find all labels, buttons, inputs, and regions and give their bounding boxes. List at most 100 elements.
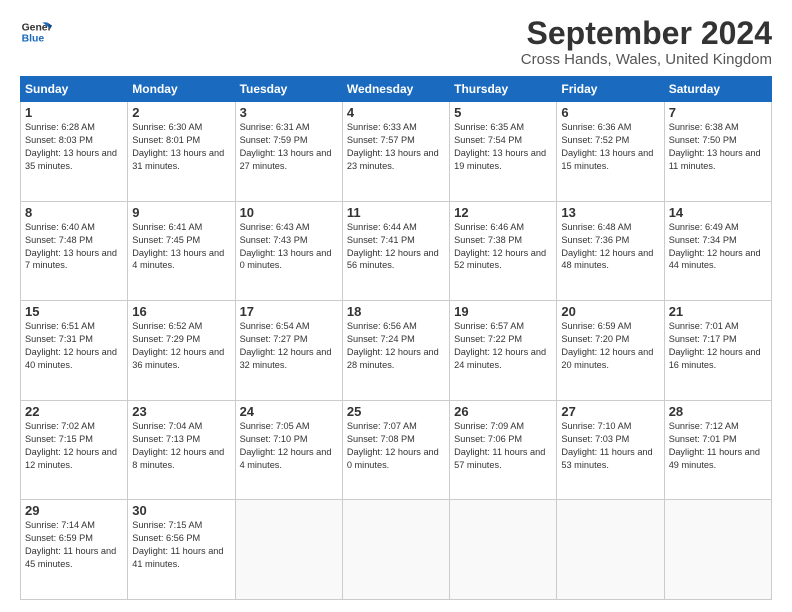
table-row: 23Sunrise: 7:04 AM Sunset: 7:13 PM Dayli… <box>128 400 235 500</box>
day-number: 5 <box>454 105 552 120</box>
main-title: September 2024 <box>521 16 772 51</box>
table-row <box>557 500 664 600</box>
col-tuesday: Tuesday <box>235 77 342 102</box>
cell-info: Sunrise: 6:59 AM Sunset: 7:20 PM Dayligh… <box>561 320 659 372</box>
title-block: September 2024 Cross Hands, Wales, Unite… <box>521 16 772 68</box>
table-row: 11Sunrise: 6:44 AM Sunset: 7:41 PM Dayli… <box>342 201 449 301</box>
table-row: 8Sunrise: 6:40 AM Sunset: 7:48 PM Daylig… <box>21 201 128 301</box>
day-number: 21 <box>669 304 767 319</box>
col-friday: Friday <box>557 77 664 102</box>
table-row: 25Sunrise: 7:07 AM Sunset: 7:08 PM Dayli… <box>342 400 449 500</box>
day-number: 22 <box>25 404 123 419</box>
table-row: 30Sunrise: 7:15 AM Sunset: 6:56 PM Dayli… <box>128 500 235 600</box>
day-number: 26 <box>454 404 552 419</box>
calendar-week-row: 22Sunrise: 7:02 AM Sunset: 7:15 PM Dayli… <box>21 400 772 500</box>
day-number: 25 <box>347 404 445 419</box>
calendar-week-row: 1Sunrise: 6:28 AM Sunset: 8:03 PM Daylig… <box>21 102 772 202</box>
cell-info: Sunrise: 7:02 AM Sunset: 7:15 PM Dayligh… <box>25 420 123 472</box>
calendar-week-row: 15Sunrise: 6:51 AM Sunset: 7:31 PM Dayli… <box>21 301 772 401</box>
table-row: 21Sunrise: 7:01 AM Sunset: 7:17 PM Dayli… <box>664 301 771 401</box>
day-number: 20 <box>561 304 659 319</box>
calendar-header-row: Sunday Monday Tuesday Wednesday Thursday… <box>21 77 772 102</box>
cell-info: Sunrise: 7:09 AM Sunset: 7:06 PM Dayligh… <box>454 420 552 472</box>
cell-info: Sunrise: 6:51 AM Sunset: 7:31 PM Dayligh… <box>25 320 123 372</box>
day-number: 4 <box>347 105 445 120</box>
calendar-week-row: 29Sunrise: 7:14 AM Sunset: 6:59 PM Dayli… <box>21 500 772 600</box>
table-row: 2Sunrise: 6:30 AM Sunset: 8:01 PM Daylig… <box>128 102 235 202</box>
cell-info: Sunrise: 7:10 AM Sunset: 7:03 PM Dayligh… <box>561 420 659 472</box>
cell-info: Sunrise: 7:07 AM Sunset: 7:08 PM Dayligh… <box>347 420 445 472</box>
cell-info: Sunrise: 6:40 AM Sunset: 7:48 PM Dayligh… <box>25 221 123 273</box>
cell-info: Sunrise: 6:49 AM Sunset: 7:34 PM Dayligh… <box>669 221 767 273</box>
day-number: 8 <box>25 205 123 220</box>
table-row: 4Sunrise: 6:33 AM Sunset: 7:57 PM Daylig… <box>342 102 449 202</box>
cell-info: Sunrise: 7:14 AM Sunset: 6:59 PM Dayligh… <box>25 519 123 571</box>
table-row: 9Sunrise: 6:41 AM Sunset: 7:45 PM Daylig… <box>128 201 235 301</box>
cell-info: Sunrise: 6:52 AM Sunset: 7:29 PM Dayligh… <box>132 320 230 372</box>
table-row <box>342 500 449 600</box>
table-row: 27Sunrise: 7:10 AM Sunset: 7:03 PM Dayli… <box>557 400 664 500</box>
day-number: 27 <box>561 404 659 419</box>
day-number: 14 <box>669 205 767 220</box>
calendar-week-row: 8Sunrise: 6:40 AM Sunset: 7:48 PM Daylig… <box>21 201 772 301</box>
table-row <box>664 500 771 600</box>
day-number: 13 <box>561 205 659 220</box>
day-number: 23 <box>132 404 230 419</box>
table-row: 7Sunrise: 6:38 AM Sunset: 7:50 PM Daylig… <box>664 102 771 202</box>
table-row: 17Sunrise: 6:54 AM Sunset: 7:27 PM Dayli… <box>235 301 342 401</box>
day-number: 15 <box>25 304 123 319</box>
day-number: 1 <box>25 105 123 120</box>
day-number: 28 <box>669 404 767 419</box>
logo: General Blue <box>20 16 52 48</box>
day-number: 29 <box>25 503 123 518</box>
day-number: 7 <box>669 105 767 120</box>
cell-info: Sunrise: 7:04 AM Sunset: 7:13 PM Dayligh… <box>132 420 230 472</box>
cell-info: Sunrise: 6:48 AM Sunset: 7:36 PM Dayligh… <box>561 221 659 273</box>
cell-info: Sunrise: 6:36 AM Sunset: 7:52 PM Dayligh… <box>561 121 659 173</box>
day-number: 19 <box>454 304 552 319</box>
cell-info: Sunrise: 6:38 AM Sunset: 7:50 PM Dayligh… <box>669 121 767 173</box>
cell-info: Sunrise: 7:12 AM Sunset: 7:01 PM Dayligh… <box>669 420 767 472</box>
day-number: 16 <box>132 304 230 319</box>
table-row: 28Sunrise: 7:12 AM Sunset: 7:01 PM Dayli… <box>664 400 771 500</box>
day-number: 9 <box>132 205 230 220</box>
cell-info: Sunrise: 6:54 AM Sunset: 7:27 PM Dayligh… <box>240 320 338 372</box>
table-row: 18Sunrise: 6:56 AM Sunset: 7:24 PM Dayli… <box>342 301 449 401</box>
cell-info: Sunrise: 6:44 AM Sunset: 7:41 PM Dayligh… <box>347 221 445 273</box>
table-row: 6Sunrise: 6:36 AM Sunset: 7:52 PM Daylig… <box>557 102 664 202</box>
table-row: 15Sunrise: 6:51 AM Sunset: 7:31 PM Dayli… <box>21 301 128 401</box>
day-number: 2 <box>132 105 230 120</box>
table-row: 3Sunrise: 6:31 AM Sunset: 7:59 PM Daylig… <box>235 102 342 202</box>
day-number: 24 <box>240 404 338 419</box>
table-row: 10Sunrise: 6:43 AM Sunset: 7:43 PM Dayli… <box>235 201 342 301</box>
col-thursday: Thursday <box>450 77 557 102</box>
calendar-table: Sunday Monday Tuesday Wednesday Thursday… <box>20 76 772 600</box>
table-row: 29Sunrise: 7:14 AM Sunset: 6:59 PM Dayli… <box>21 500 128 600</box>
table-row <box>450 500 557 600</box>
header: General Blue September 2024 Cross Hands,… <box>20 16 772 68</box>
day-number: 11 <box>347 205 445 220</box>
table-row: 5Sunrise: 6:35 AM Sunset: 7:54 PM Daylig… <box>450 102 557 202</box>
cell-info: Sunrise: 6:43 AM Sunset: 7:43 PM Dayligh… <box>240 221 338 273</box>
table-row: 12Sunrise: 6:46 AM Sunset: 7:38 PM Dayli… <box>450 201 557 301</box>
cell-info: Sunrise: 6:46 AM Sunset: 7:38 PM Dayligh… <box>454 221 552 273</box>
cell-info: Sunrise: 6:30 AM Sunset: 8:01 PM Dayligh… <box>132 121 230 173</box>
table-row: 19Sunrise: 6:57 AM Sunset: 7:22 PM Dayli… <box>450 301 557 401</box>
table-row: 16Sunrise: 6:52 AM Sunset: 7:29 PM Dayli… <box>128 301 235 401</box>
day-number: 30 <box>132 503 230 518</box>
page: General Blue September 2024 Cross Hands,… <box>0 0 792 612</box>
cell-info: Sunrise: 6:35 AM Sunset: 7:54 PM Dayligh… <box>454 121 552 173</box>
svg-text:Blue: Blue <box>22 34 45 45</box>
day-number: 12 <box>454 205 552 220</box>
cell-info: Sunrise: 7:15 AM Sunset: 6:56 PM Dayligh… <box>132 519 230 571</box>
table-row: 26Sunrise: 7:09 AM Sunset: 7:06 PM Dayli… <box>450 400 557 500</box>
cell-info: Sunrise: 6:31 AM Sunset: 7:59 PM Dayligh… <box>240 121 338 173</box>
subtitle: Cross Hands, Wales, United Kingdom <box>521 51 772 68</box>
table-row: 13Sunrise: 6:48 AM Sunset: 7:36 PM Dayli… <box>557 201 664 301</box>
cell-info: Sunrise: 7:01 AM Sunset: 7:17 PM Dayligh… <box>669 320 767 372</box>
day-number: 17 <box>240 304 338 319</box>
col-monday: Monday <box>128 77 235 102</box>
cell-info: Sunrise: 6:56 AM Sunset: 7:24 PM Dayligh… <box>347 320 445 372</box>
day-number: 18 <box>347 304 445 319</box>
cell-info: Sunrise: 6:33 AM Sunset: 7:57 PM Dayligh… <box>347 121 445 173</box>
